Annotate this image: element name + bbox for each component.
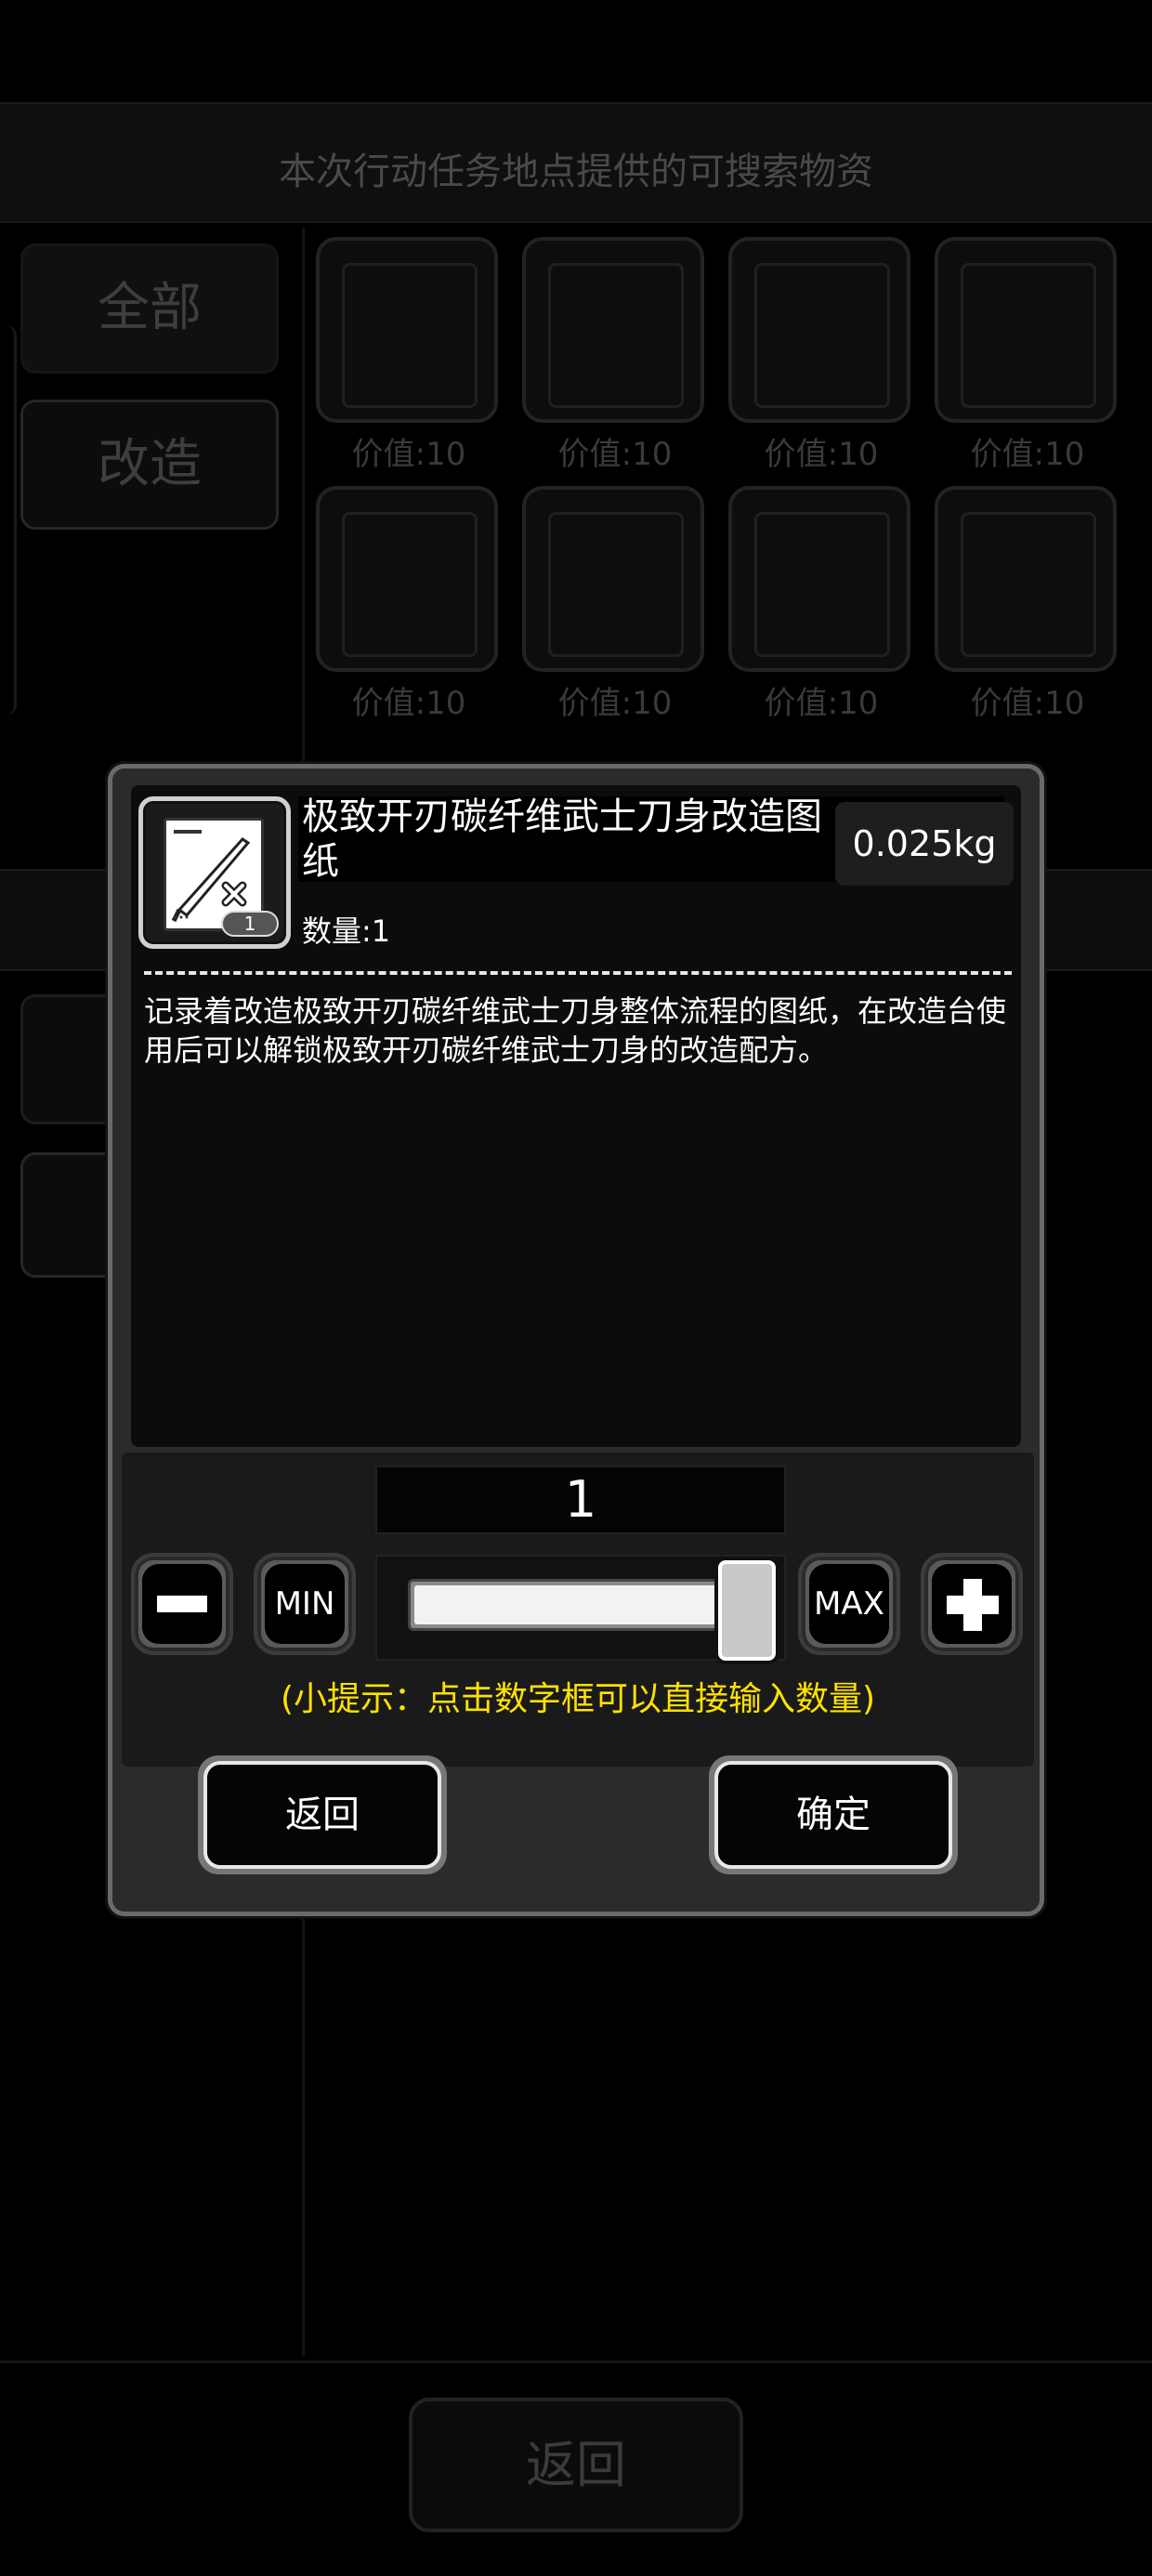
blueprint-icon xyxy=(522,486,704,672)
dashed-divider xyxy=(144,971,1012,975)
min-label: MIN xyxy=(265,1564,345,1644)
decrease-button[interactable] xyxy=(131,1553,233,1655)
item-value: 价值:10 xyxy=(557,436,673,473)
grid-item[interactable]: 价值:10 xyxy=(935,486,1120,723)
item-info-panel: 1 极致开刃碳纤维武士刀身改造图纸 0.025kg 数量:1 记录着改造极致开刃… xyxy=(131,785,1021,1447)
item-value: 价值:10 xyxy=(351,436,466,473)
blueprint-icon xyxy=(316,486,498,672)
quantity-dialog: 1 极致开刃碳纤维武士刀身改造图纸 0.025kg 数量:1 记录着改造极致开刃… xyxy=(108,764,1044,1916)
grid-item[interactable]: 价值:10 xyxy=(522,237,708,474)
blueprint-sword-wrench-icon: 1 xyxy=(138,796,291,949)
increase-button[interactable] xyxy=(921,1553,1023,1655)
back-label: 返回 xyxy=(203,1761,441,1869)
header-title: 本次行动任务地点提供的可搜索物资 xyxy=(279,151,873,193)
grid-item[interactable]: 价值:10 xyxy=(728,237,914,474)
tab-modify[interactable]: 改造 xyxy=(20,400,279,530)
grid-item[interactable]: 价值:10 xyxy=(316,486,502,723)
blueprint-icon xyxy=(728,486,910,672)
grid-item[interactable]: 价值:10 xyxy=(935,237,1120,474)
blueprint-icon xyxy=(316,237,498,423)
slider-thumb[interactable] xyxy=(718,1560,776,1661)
item-value: 价值:10 xyxy=(764,436,879,473)
tab-all[interactable]: 全部 xyxy=(20,243,279,374)
minus-icon xyxy=(142,1564,222,1644)
grid-item[interactable]: 价值:10 xyxy=(728,486,914,723)
max-label: MAX xyxy=(809,1564,889,1644)
item-count-badge: 1 xyxy=(221,911,279,937)
slider-track[interactable] xyxy=(408,1579,759,1631)
searchable-items-header: 本次行动任务地点提供的可搜索物资 xyxy=(0,102,1152,223)
blueprint-icon xyxy=(935,237,1117,423)
item-name: 极致开刃碳纤维武士刀身改造图纸 xyxy=(302,795,822,883)
confirm-button[interactable]: 确定 xyxy=(709,1755,958,1874)
sidebar-edge xyxy=(0,325,17,716)
blueprint-icon xyxy=(728,237,910,423)
item-value: 价值:10 xyxy=(351,685,466,722)
max-button[interactable]: MAX xyxy=(798,1553,900,1655)
grid-item[interactable]: 价值:10 xyxy=(522,486,708,723)
quantity-label: 数量:1 xyxy=(302,913,391,949)
item-value: 价值:10 xyxy=(970,685,1085,722)
footer-back-button[interactable]: 返回 xyxy=(409,2398,743,2532)
item-value: 价值:10 xyxy=(557,685,673,722)
item-weight: 0.025kg xyxy=(835,802,1014,886)
plus-icon xyxy=(932,1564,1012,1644)
min-button[interactable]: MIN xyxy=(254,1553,356,1655)
slider-fill xyxy=(414,1585,758,1624)
blueprint-icon xyxy=(522,237,704,423)
grid-item[interactable]: 价值:10 xyxy=(316,237,502,474)
back-button[interactable]: 返回 xyxy=(198,1755,447,1874)
item-description: 记录着改造极致开刃碳纤维武士刀身整体流程的图纸，在改造台使用后可以解锁极致开刃碳… xyxy=(144,993,1007,1068)
item-value: 价值:10 xyxy=(764,685,879,722)
quantity-input[interactable]: 1 xyxy=(375,1465,786,1534)
confirm-label: 确定 xyxy=(714,1761,952,1869)
item-value: 价值:10 xyxy=(970,436,1085,473)
blueprint-icon xyxy=(935,486,1117,672)
hint-text: (小提示：点击数字框可以直接输入数量) xyxy=(280,1680,876,1718)
